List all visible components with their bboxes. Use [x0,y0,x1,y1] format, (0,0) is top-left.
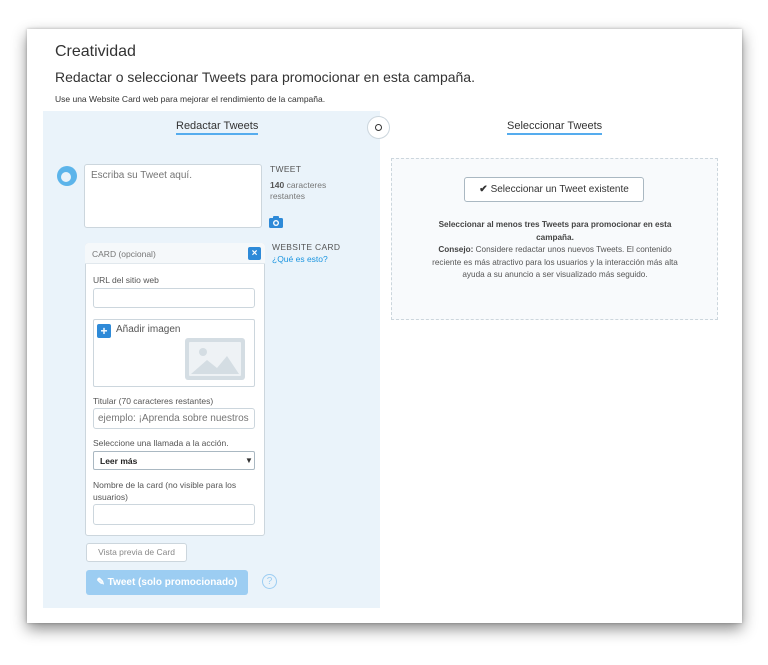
url-label: URL del sitio web [93,275,159,285]
mode-toggle[interactable] [367,116,390,139]
help-icon[interactable]: ? [262,574,277,589]
avatar-inner-icon [61,172,71,182]
card-preview-button[interactable]: Vista previa de Card [86,543,187,562]
advice-label: Consejo: [438,245,474,254]
checkmark-icon: ✔ [479,184,488,195]
website-card-help-link[interactable]: ¿Qué es esto? [272,254,328,264]
card-header-label: CARD (opcional) [92,249,156,259]
headline-input[interactable] [93,408,255,429]
card-name-label: Nombre de la card (no visible para los u… [93,480,237,502]
char-count-number: 140 [270,180,285,190]
select-existing-tweet-button[interactable]: ✔ Seleccionar un Tweet existente [464,177,644,202]
camera-icon[interactable] [269,216,283,228]
tweet-button[interactable]: ✎ Tweet (solo promocionado) [86,570,248,595]
tweet-button-label: Tweet (solo promocionado) [107,577,238,588]
page-title: Creatividad [55,43,136,60]
close-icon[interactable]: × [248,247,261,260]
add-image-label[interactable]: Añadir imagen [116,324,180,335]
page-subtitle: Redactar o seleccionar Tweets para promo… [55,69,475,85]
compose-icon: ✎ [96,577,105,588]
headline-label: Titular (70 caracteres restantes) [93,396,214,406]
image-placeholder-icon [185,338,245,380]
char-count: 140 caracteres restantes [270,180,340,202]
tab-select-tweets[interactable]: Seleccionar Tweets [507,120,603,135]
select-instructions: Seleccionar al menos tres Tweets para pr… [430,219,680,282]
tab-compose-tweets[interactable]: Redactar Tweets [176,120,259,135]
toggle-dot-icon [375,124,382,131]
cta-label: Seleccione una llamada a la acción. [93,438,229,448]
dropdown-arrow-icon: ▼ [245,456,253,465]
plus-icon[interactable]: + [97,324,111,338]
tweet-label: TWEET [270,164,302,174]
select-existing-label: Seleccionar un Tweet existente [490,184,629,195]
page-hint: Use una Website Card web para mejorar el… [55,94,326,104]
url-input[interactable] [93,288,255,308]
website-card-label: WEBSITE CARD [272,242,341,252]
select-instruction-text: Seleccionar al menos tres Tweets para pr… [438,220,672,242]
tweet-input[interactable] [84,164,262,228]
card-name-input[interactable] [93,504,255,525]
cta-select[interactable]: Leer más [93,451,255,470]
avatar [57,166,77,186]
